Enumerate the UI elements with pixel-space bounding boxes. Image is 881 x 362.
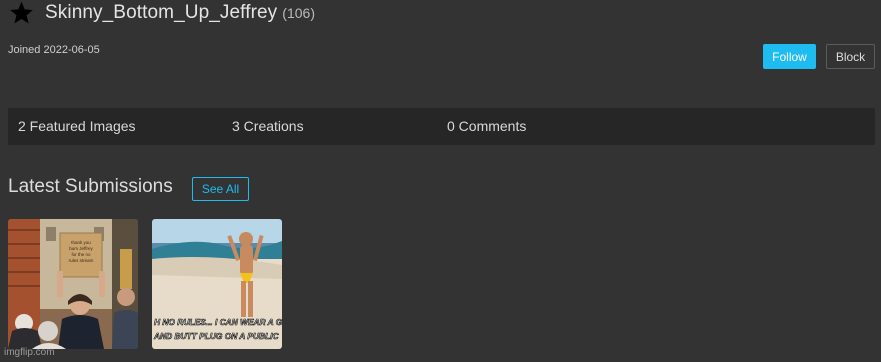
meme-caption-line: AND BUTT PLUG ON A PUBLIC [153,331,279,341]
sign-text-line: bum Jeffrey [69,246,93,251]
follow-button[interactable]: Follow [763,44,816,69]
latest-submissions-title: Latest Submissions [8,176,173,197]
submission-thumbnail[interactable]: thank you bum Jeffrey for the no rules s… [8,219,138,349]
meme-caption-line: H NO RULES... I CAN WEAR A G [154,317,282,327]
user-stats-bar: 2 Featured Images 3 Creations 0 Comments [8,108,875,145]
sign-text-line: for the no [71,252,91,257]
user-points: (106) [282,5,315,21]
block-button[interactable]: Block [826,44,875,69]
profile-page: Skinny_Bottom_Up_Jeffrey (106) Joined 20… [0,0,881,362]
see-all-button[interactable]: See All [192,177,249,201]
imgflip-watermark: imgflip.com [4,347,55,358]
submission-image-sign-meme: thank you bum Jeffrey for the no rules s… [8,219,138,349]
comments-stat[interactable]: 0 Comments [447,108,526,145]
submission-image-beach-meme: H NO RULES... I CAN WEAR A G AND BUTT PL… [152,219,282,349]
submission-thumbnail[interactable]: H NO RULES... I CAN WEAR A G AND BUTT PL… [152,219,282,349]
joined-date: Joined 2022-06-05 [8,44,100,56]
sign-text-line: thank you [71,240,91,245]
user-header: Skinny_Bottom_Up_Jeffrey (106) [8,0,315,26]
creations-stat[interactable]: 3 Creations [232,108,304,145]
star-icon [10,1,33,24]
username: Skinny_Bottom_Up_Jeffrey [45,2,278,23]
sign-text-line: rules stream [69,258,94,263]
featured-images-stat[interactable]: 2 Featured Images [18,108,136,145]
